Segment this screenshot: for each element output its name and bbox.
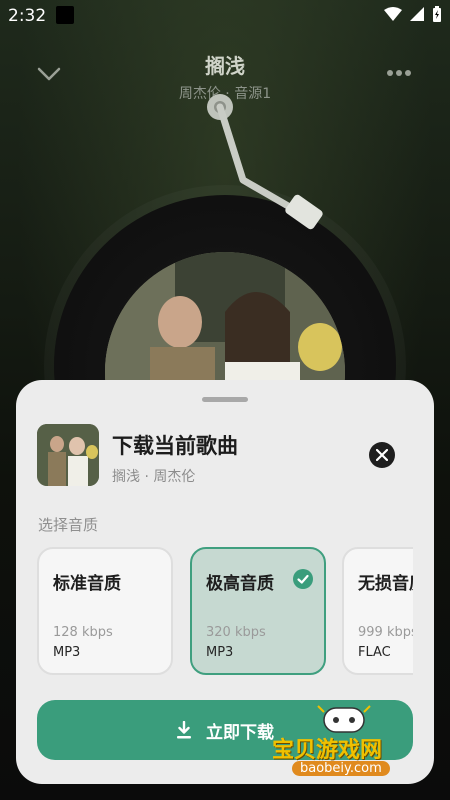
option-name: 无损音质	[358, 574, 413, 594]
download-icon	[177, 721, 191, 739]
quality-option-standard[interactable]: 标准音质 128 kbps MP3	[37, 547, 173, 675]
notification-icon	[56, 6, 74, 24]
check-circle-icon	[293, 569, 313, 589]
watermark-domain: baobeiy.com	[292, 761, 390, 776]
option-format: MP3	[206, 645, 234, 660]
quality-option-lossless[interactable]: 无损音质 999 kbps FLAC	[342, 547, 413, 675]
option-bitrate: 999 kbps	[358, 625, 413, 640]
player-screen: 2:32 搁浅 周杰伦 · 音源1 下载当前歌曲 搁浅 · 周杰伦 选择音质 标…	[0, 0, 450, 800]
quality-options: 标准音质 128 kbps MP3 极高音质 320 kbps MP3 无损音质…	[37, 547, 413, 679]
song-title: 搁浅	[205, 54, 245, 78]
quality-option-high[interactable]: 极高音质 320 kbps MP3	[190, 547, 326, 675]
wifi-icon	[384, 7, 402, 21]
battery-icon	[433, 6, 441, 22]
watermark-text: 宝贝游戏网	[272, 738, 383, 763]
option-name: 极高音质	[206, 574, 274, 594]
sheet-title: 下载当前歌曲	[112, 434, 238, 458]
option-format: FLAC	[358, 645, 391, 660]
close-button[interactable]	[369, 442, 395, 468]
status-bar: 2:32	[0, 0, 450, 32]
download-label: 立即下载	[206, 722, 274, 743]
signal-icon	[410, 7, 424, 21]
option-name: 标准音质	[53, 574, 121, 594]
option-bitrate: 128 kbps	[53, 625, 113, 640]
option-bitrate: 320 kbps	[206, 625, 266, 640]
song-cover-thumbnail	[37, 424, 99, 486]
quality-section-label: 选择音质	[38, 516, 99, 534]
sheet-subtitle: 搁浅 · 周杰伦	[112, 469, 196, 485]
status-icons	[384, 6, 442, 22]
tonearm-icon	[207, 94, 323, 230]
watermark-logo: 宝贝游戏网 baobeiy.com	[272, 700, 422, 782]
status-time: 2:32	[8, 6, 47, 26]
sheet-drag-handle[interactable]	[202, 397, 248, 402]
close-icon	[376, 449, 388, 461]
option-format: MP3	[53, 645, 81, 660]
